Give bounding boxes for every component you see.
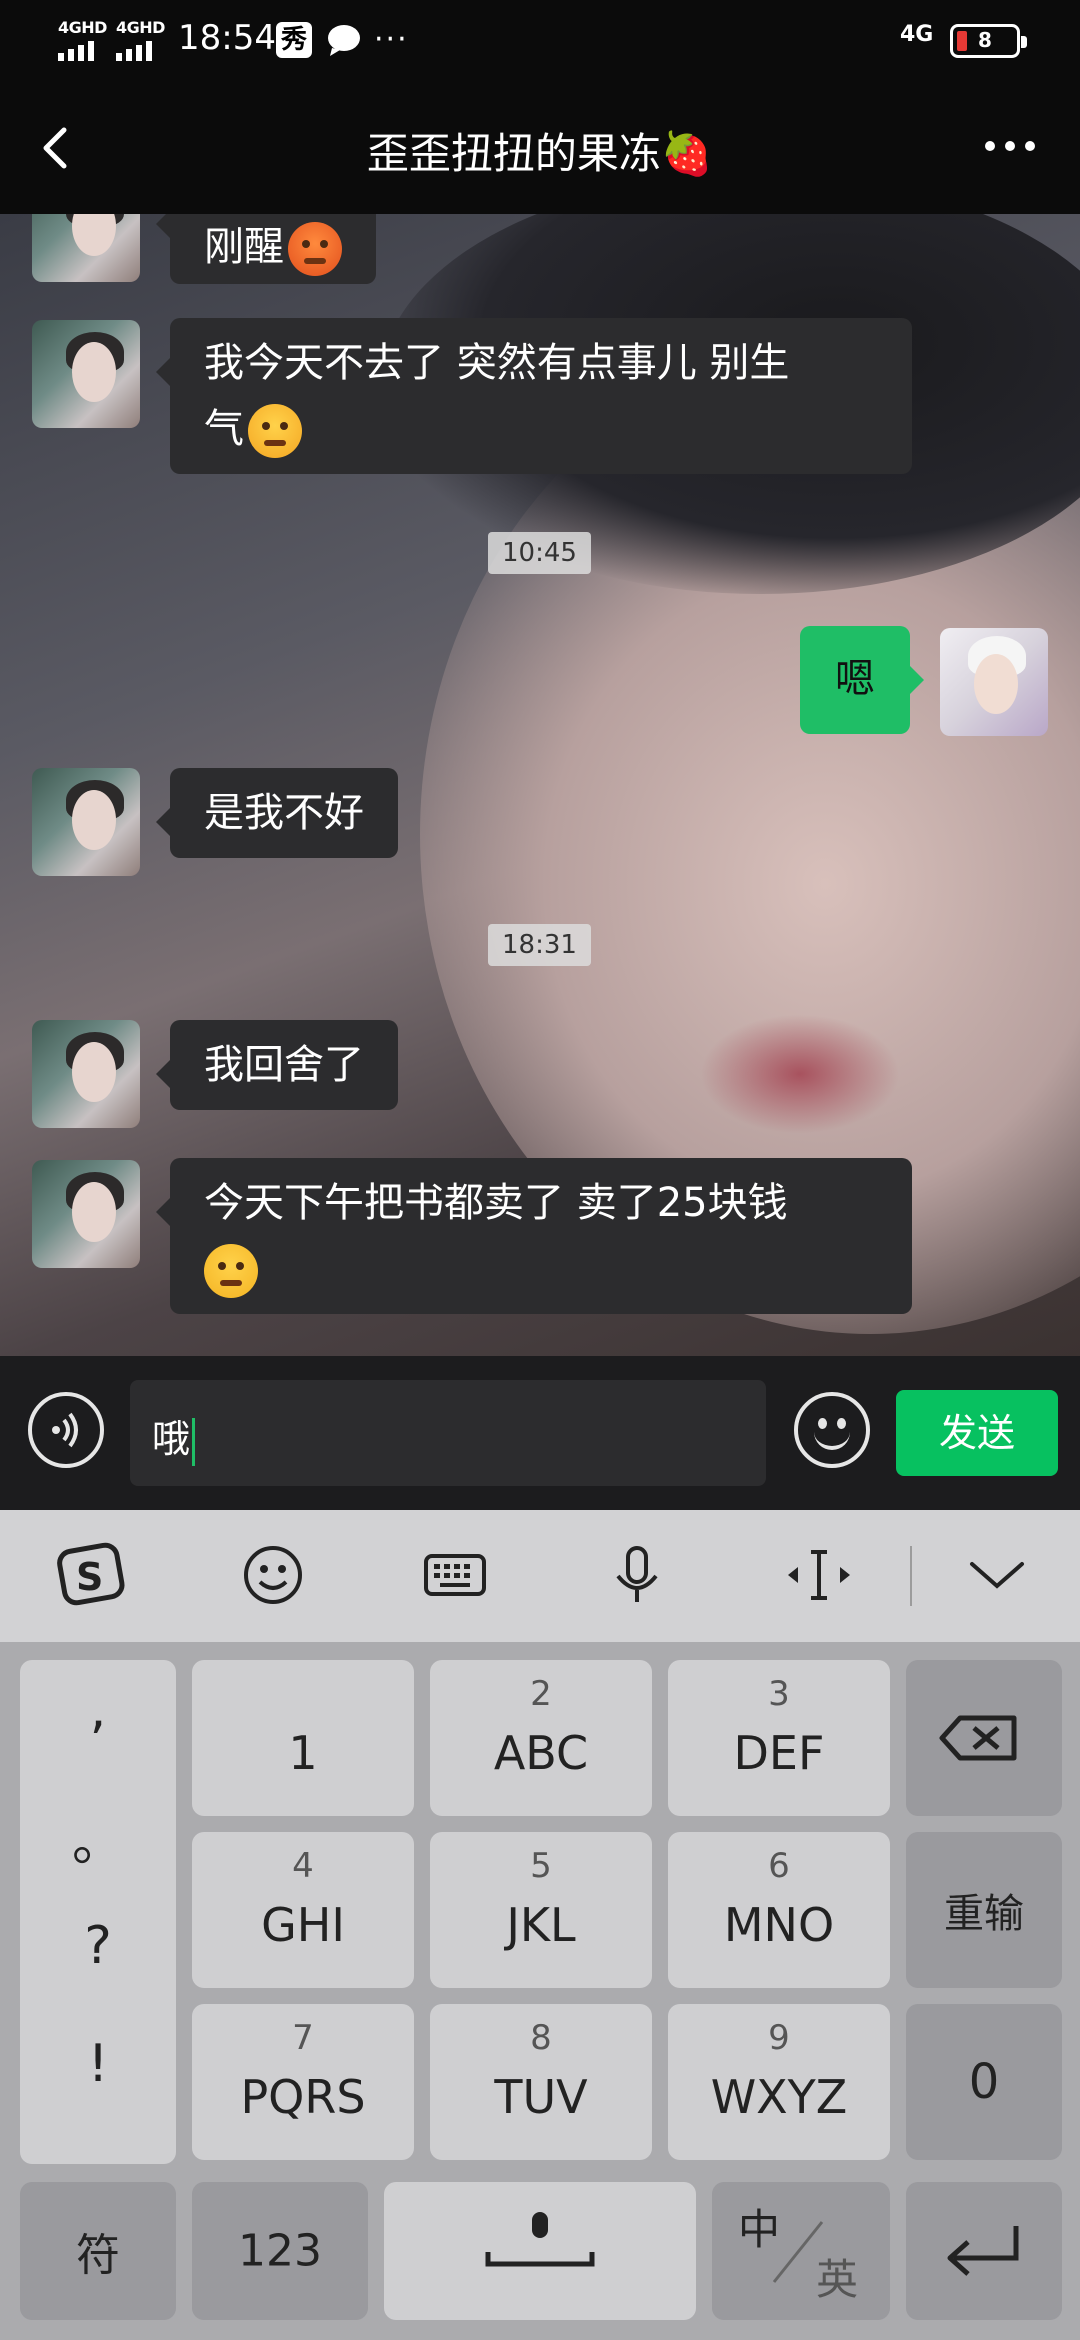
app-badge-icon: 秀 [276,22,312,58]
contact-avatar[interactable] [32,1160,140,1268]
reenter-key[interactable]: 重输 [906,1832,1062,1988]
chat-bubble-icon [326,22,362,58]
key-ghi[interactable]: 4 GHI [192,1832,414,1988]
input-text: 哦 [152,1417,191,1461]
chat-background-lips [700,1014,900,1134]
contact-avatar[interactable] [32,1020,140,1128]
enter-arrow-icon [947,2226,1019,2276]
key-tuv[interactable]: 8 TUV [430,2004,652,2160]
voice-wave-icon [52,1412,78,1448]
message-bubble[interactable]: 今天下午把书都卖了 卖了25块钱 [156,1158,912,1314]
message-timestamp: 18:31 [488,924,591,966]
toolbar-divider [910,1546,912,1606]
punct-key[interactable]: ? [20,1916,176,1976]
more-options-button[interactable] [970,116,1050,176]
contact-avatar[interactable] [32,320,140,428]
send-button[interactable]: 发送 [896,1390,1058,1476]
punct-key[interactable]: ! [20,2034,176,2094]
status-time: 18:54 [178,18,276,58]
symbols-key[interactable]: 符 [20,2182,176,2320]
enter-key[interactable] [906,2182,1062,2320]
punct-key[interactable]: 。 [20,1800,176,1875]
battery-level: 8 [978,28,992,52]
hot-face-emoji-icon [288,222,342,276]
hide-keyboard-chevron-down-icon[interactable] [962,1540,1032,1610]
network-type: 4G [900,22,934,47]
keyboard-toolbar: S [0,1510,1080,1642]
chat-header: 歪歪扭扭的果冻🍓 [0,80,1080,214]
message-input[interactable]: 哦 [130,1380,766,1486]
chat-title: 歪歪扭扭的果冻🍓 [366,129,714,178]
voice-input-button[interactable] [28,1392,104,1468]
message-bubble[interactable]: 是我不好 [156,768,398,858]
ime-keyboard: , 。 ? ! 1 2 ABC 3 DEF 4 GHI 5 JKL 6 MNO 重输 7P… [0,1642,1080,2340]
status-bar: 4GHD 4GHD 18:54 秀 ··· 4G 8 [0,0,1080,80]
slash-divider-icon [772,2221,824,2283]
sim1-label: 4GHD [58,18,107,37]
message-text: 是我不好 [204,790,364,836]
my-message-bubble[interactable]: 嗯 [800,626,924,734]
message-bubble[interactable]: 刚醒 [156,214,376,284]
punct-key[interactable]: , [20,1680,176,1740]
backspace-key[interactable] [906,1660,1062,1816]
emoji-panel-icon[interactable] [238,1540,308,1610]
key-mno[interactable]: 6 MNO [668,1832,890,1988]
message-text: 我今天不去了 突然有点事儿 别生 [204,340,790,386]
crying-laughing-emoji-icon [204,1244,258,1298]
key-zero[interactable]: 0 [906,2004,1062,2160]
numbers-key[interactable]: 123 [192,2182,368,2320]
sim2-signal-icon: 4GHD [116,18,165,61]
message-text: 我回舍了 [204,1042,364,1088]
backspace-icon [939,1715,1017,1761]
punctuation-column[interactable]: , 。 ? ! [20,1660,176,2164]
language-switch-key[interactable]: 中 英 [712,2182,890,2320]
message-timestamp: 10:45 [488,532,591,574]
key-abc[interactable]: 2 ABC [430,1660,652,1816]
angry-face-emoji-icon [248,404,302,458]
battery-icon: 8 [950,24,1027,58]
microphone-icon[interactable] [602,1540,672,1610]
contact-avatar[interactable] [32,214,140,282]
key-pqrs[interactable]: 7 PQRS [192,2004,414,2160]
keyboard-layout-icon[interactable] [420,1540,490,1610]
message-text: 嗯 [835,656,875,702]
key-1[interactable]: 1 [192,1660,414,1816]
contact-avatar[interactable] [32,768,140,876]
message-text: 今天下午把书都卖了 卖了25块钱 [204,1180,788,1226]
emoji-button[interactable] [794,1392,870,1468]
sim2-label: 4GHD [116,18,165,37]
sim1-signal-icon: 4GHD [58,18,107,61]
cursor-move-icon[interactable] [784,1540,854,1610]
space-mic-icon [485,2212,595,2267]
en-label: 英 [816,2255,859,2304]
my-avatar[interactable] [940,628,1048,736]
sogou-logo-icon[interactable]: S [56,1540,126,1610]
message-bubble[interactable]: 我今天不去了 突然有点事儿 别生 气 [156,318,912,474]
message-text: 刚醒 [204,224,284,270]
svg-text:S: S [76,1555,103,1599]
more-notifications-icon: ··· [374,22,409,57]
message-bubble[interactable]: 我回舍了 [156,1020,398,1110]
message-text-continued: 气 [204,406,244,452]
message-composer: 哦 发送 [0,1356,1080,1510]
space-key[interactable] [384,2182,696,2320]
key-def[interactable]: 3 DEF [668,1660,890,1816]
text-caret [192,1417,196,1466]
more-dots-icon [985,141,1035,151]
chat-message-list[interactable]: 刚醒 我今天不去了 突然有点事儿 别生 气 10:45 嗯 是我不好 18:31… [0,214,1080,1356]
key-wxyz[interactable]: 9 WXYZ [668,2004,890,2160]
key-jkl[interactable]: 5 JKL [430,1832,652,1988]
